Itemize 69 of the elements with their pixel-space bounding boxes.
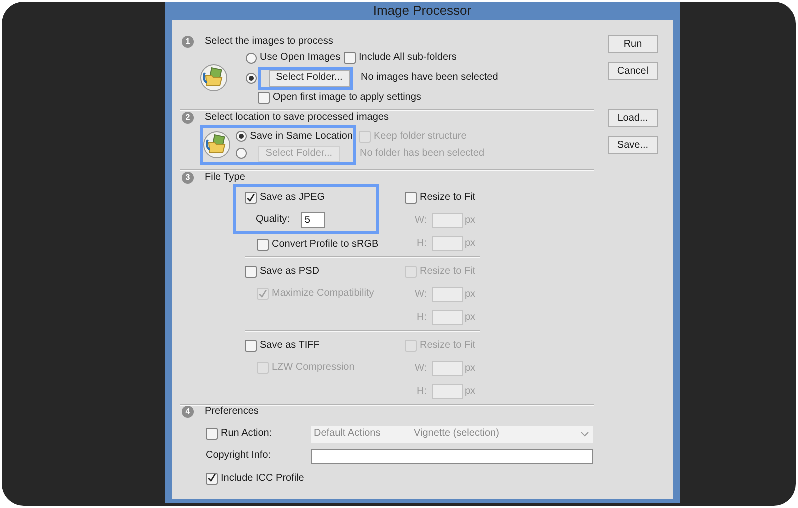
checkbox-label: Maximize Compatibility [272, 289, 374, 299]
checkbox-label: Resize to Fit [420, 341, 476, 351]
checkbox-label: Keep folder structure [374, 132, 467, 142]
folder-photo-icon [203, 131, 231, 159]
dialog-button[interactable]: Load... [608, 109, 658, 127]
unit-label: px [465, 290, 476, 300]
section-number: 1 [182, 36, 194, 48]
radio-label: Use Open Images [260, 53, 341, 63]
quality-field[interactable]: 5 [300, 212, 325, 228]
size-field[interactable] [432, 213, 463, 228]
field-label: W: [414, 216, 427, 226]
dialog-button[interactable]: Run [608, 35, 658, 53]
size-field[interactable] [432, 236, 463, 251]
size-field[interactable] [432, 310, 463, 325]
section-number: 3 [182, 172, 194, 184]
size-field[interactable] [432, 384, 463, 399]
status-text: No folder has been selected [360, 148, 485, 158]
section-title: Preferences [205, 407, 259, 417]
section-number: 2 [182, 112, 194, 124]
section-number: 4 [182, 406, 194, 418]
select-folder-button[interactable]: Select Folder... [269, 70, 350, 86]
checkbox-label: Save as PSD [260, 267, 320, 277]
checkbox-label: Resize to Fit [420, 267, 476, 277]
unit-label: px [465, 216, 476, 226]
checkbox[interactable] [344, 52, 356, 64]
field-label: W: [414, 364, 427, 374]
checkbox-label: Include All sub-folders [359, 53, 457, 63]
size-field[interactable] [432, 287, 463, 302]
checkbox-label: Convert Profile to sRGB [272, 240, 379, 250]
radio-button[interactable] [246, 52, 257, 64]
field-label: W: [414, 290, 427, 300]
checkbox-label: Open first image to apply settings [273, 93, 422, 103]
window-title: Image Processor [373, 2, 472, 20]
checkbox-label: Resize to Fit [420, 193, 476, 203]
field-label: H: [416, 386, 427, 396]
checkbox-label: Save as TIFF [260, 341, 320, 351]
checkbox[interactable] [405, 192, 417, 204]
field-label: Copyright Info: [206, 450, 272, 461]
radio-label: Save in Same Location [250, 132, 353, 142]
checkbox[interactable] [258, 92, 270, 104]
folder-photo-icon [200, 64, 228, 92]
checkbox-label: Save as JPEG [260, 193, 326, 203]
unit-label: px [465, 312, 476, 322]
checkbox-label: LZW Compression [272, 363, 355, 373]
checkbox[interactable] [245, 192, 257, 204]
radio-button[interactable] [236, 131, 248, 142]
section-title: Select the images to process [205, 36, 334, 46]
size-field[interactable] [432, 361, 463, 376]
status-text: No images have been selected [361, 73, 498, 83]
caret-icon [581, 432, 589, 436]
unit-label: px [465, 238, 476, 248]
checkbox[interactable] [206, 428, 218, 440]
checkbox[interactable] [245, 266, 257, 278]
field-label: H: [416, 238, 427, 248]
checkbox-label: Include ICC Profile [221, 474, 304, 484]
section-title: Select location to save processed images [205, 113, 389, 123]
field-label: Quality: [256, 215, 290, 225]
dialog-button[interactable]: Save... [608, 136, 658, 154]
section-title: File Type [205, 172, 246, 182]
dialog-button[interactable]: Cancel [608, 62, 658, 80]
checkbox[interactable] [206, 472, 218, 484]
checkbox[interactable] [257, 239, 269, 251]
field-label: H: [416, 312, 427, 322]
checkbox[interactable] [245, 340, 257, 352]
unit-label: px [465, 364, 476, 374]
radio-button[interactable] [246, 72, 257, 84]
copyright-field[interactable] [311, 448, 593, 464]
unit-label: px [465, 386, 476, 396]
checkbox-label: Run Action: [221, 429, 272, 439]
